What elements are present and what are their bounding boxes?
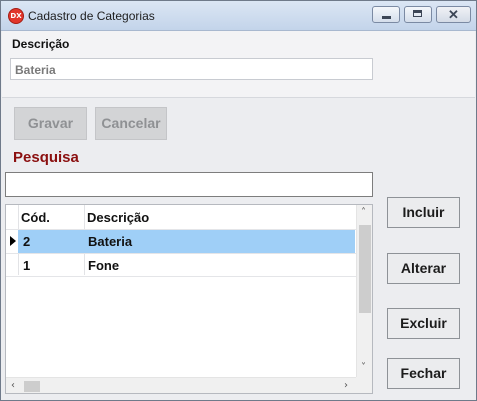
close-button[interactable]: Fechar xyxy=(387,358,460,389)
divider xyxy=(2,97,475,98)
current-row-indicator-icon xyxy=(10,236,16,246)
search-label: Pesquisa xyxy=(13,149,79,166)
column-header-descricao[interactable]: Descrição xyxy=(87,210,149,225)
app-icon[interactable]: DX xyxy=(8,8,24,24)
cell-descricao: Bateria xyxy=(88,234,133,249)
close-icon: ✕ xyxy=(448,7,459,22)
minimize-button[interactable] xyxy=(372,6,400,23)
scroll-left-icon[interactable]: ‹ xyxy=(11,381,15,391)
column-header-cod[interactable]: Cód. xyxy=(21,210,50,225)
cell-cod: 1 xyxy=(23,258,31,273)
cell-descricao: Fone xyxy=(88,258,120,273)
edit-button[interactable]: Alterar xyxy=(387,253,460,284)
scroll-right-icon[interactable]: › xyxy=(344,381,348,391)
description-field[interactable]: Bateria xyxy=(10,58,373,80)
cancel-button[interactable]: Cancelar xyxy=(95,107,167,140)
scroll-down-icon[interactable]: ˅ xyxy=(361,363,366,373)
table-row[interactable]: 2 Bateria xyxy=(6,230,356,253)
delete-button[interactable]: Excluir xyxy=(387,308,460,339)
maximize-icon xyxy=(413,10,422,17)
scroll-corner xyxy=(356,377,372,393)
horizontal-scrollbar[interactable]: ‹ › xyxy=(6,377,356,393)
horizontal-scroll-thumb[interactable] xyxy=(24,381,40,392)
minimize-icon xyxy=(382,16,391,19)
close-window-button[interactable]: ✕ xyxy=(436,6,471,23)
search-input[interactable] xyxy=(5,172,373,197)
scroll-up-icon[interactable]: ˄ xyxy=(361,208,366,218)
row-divider xyxy=(6,276,356,277)
cell-cod: 2 xyxy=(23,234,31,249)
window-title: Cadastro de Categorias xyxy=(28,9,155,23)
app-window: DX Cadastro de Categorias ✕ Descrição Ba… xyxy=(0,0,477,401)
grid-header: Cód. Descrição xyxy=(6,205,356,229)
save-button[interactable]: Gravar xyxy=(14,107,87,140)
title-bar[interactable]: DX Cadastro de Categorias ✕ xyxy=(1,1,476,31)
description-label: Descrição xyxy=(12,37,70,51)
app-icon-text: DX xyxy=(10,12,22,20)
categories-grid: Cód. Descrição 2 Bateria 1 Fone ˄ ˅ ‹ › xyxy=(5,204,373,394)
table-row[interactable]: 1 Fone xyxy=(6,254,356,277)
include-button[interactable]: Incluir xyxy=(387,197,460,228)
vertical-scrollbar[interactable]: ˄ ˅ xyxy=(356,205,372,377)
selection-highlight xyxy=(18,230,355,253)
maximize-button[interactable] xyxy=(404,6,432,23)
vertical-scroll-thumb[interactable] xyxy=(359,225,371,313)
